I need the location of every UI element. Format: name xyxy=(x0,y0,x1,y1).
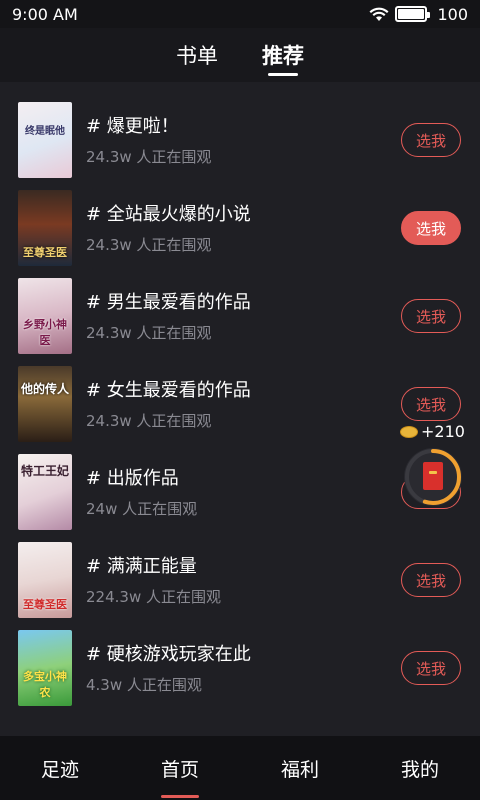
status-bar: 9:00 AM 100 xyxy=(0,0,480,28)
top-tabs: 书单 推荐 xyxy=(0,28,480,82)
topic-list: 终是眠他 # 爆更啦！ 24.3w 人正在围观 选我 至尊圣医 # 全站最火爆的… xyxy=(0,96,480,712)
nav-home[interactable]: 首页 xyxy=(120,736,240,800)
list-item[interactable]: 至尊圣医 # 满满正能量 224.3w 人正在围观 选我 xyxy=(0,536,480,624)
bottom-nav: 足迹 首页 福利 我的 xyxy=(0,736,480,800)
nav-mine[interactable]: 我的 xyxy=(360,736,480,800)
pick-button[interactable]: 选我 xyxy=(401,651,461,685)
list-item[interactable]: 乡野小神医 # 男生最爱看的作品 24.3w 人正在围观 选我 xyxy=(0,272,480,360)
book-cover: 终是眠他 xyxy=(18,102,72,178)
book-cover: 多宝小神农 xyxy=(18,630,72,706)
coin-amount: +210 xyxy=(421,422,465,441)
tab-booklist[interactable]: 书单 xyxy=(176,28,218,82)
pick-button[interactable]: 选我 xyxy=(401,211,461,245)
book-cover: 他的传人 xyxy=(18,366,72,442)
cover-title: 至尊圣医 xyxy=(23,246,67,259)
tab-recommend[interactable]: 推荐 xyxy=(262,28,304,82)
book-cover: 至尊圣医 xyxy=(18,190,72,266)
coin-reward: +210 xyxy=(400,422,466,441)
wifi-icon xyxy=(369,7,389,21)
cover-title: 至尊圣医 xyxy=(23,598,67,611)
list-item[interactable]: 至尊圣医 # 全站最火爆的小说 24.3w 人正在围观 选我 xyxy=(0,184,480,272)
status-icons: 100 xyxy=(369,5,468,24)
battery-level: 100 xyxy=(437,4,468,24)
reward-float-widget[interactable]: +210 xyxy=(400,422,466,516)
red-envelope-icon xyxy=(423,462,443,490)
book-cover: 特工王妃 xyxy=(18,454,72,530)
pick-button[interactable]: 选我 xyxy=(401,299,461,333)
cover-title: 多宝小神农 xyxy=(23,670,67,699)
cover-title: 他的传人 xyxy=(20,382,69,396)
nav-benefits[interactable]: 福利 xyxy=(240,736,360,800)
pick-button[interactable]: 选我 xyxy=(401,123,461,157)
list-item[interactable]: 多宝小神农 # 硬核游戏玩家在此 4.3w 人正在围观 选我 xyxy=(0,624,480,712)
cover-title: 特工王妃 xyxy=(20,464,69,478)
list-item[interactable]: 终是眠他 # 爆更啦！ 24.3w 人正在围观 选我 xyxy=(0,96,480,184)
book-cover: 乡野小神医 xyxy=(18,278,72,354)
red-envelope-button[interactable] xyxy=(404,448,462,506)
battery-icon xyxy=(395,6,431,22)
nav-footprint[interactable]: 足迹 xyxy=(0,736,120,800)
book-cover: 至尊圣医 xyxy=(18,542,72,618)
cover-title: 乡野小神医 xyxy=(23,318,67,347)
pick-button[interactable]: 选我 xyxy=(401,387,461,421)
cover-title: 终是眠他 xyxy=(25,126,65,137)
pick-button[interactable]: 选我 xyxy=(401,563,461,597)
status-time: 9:00 AM xyxy=(12,4,78,24)
coin-icon xyxy=(400,425,418,438)
